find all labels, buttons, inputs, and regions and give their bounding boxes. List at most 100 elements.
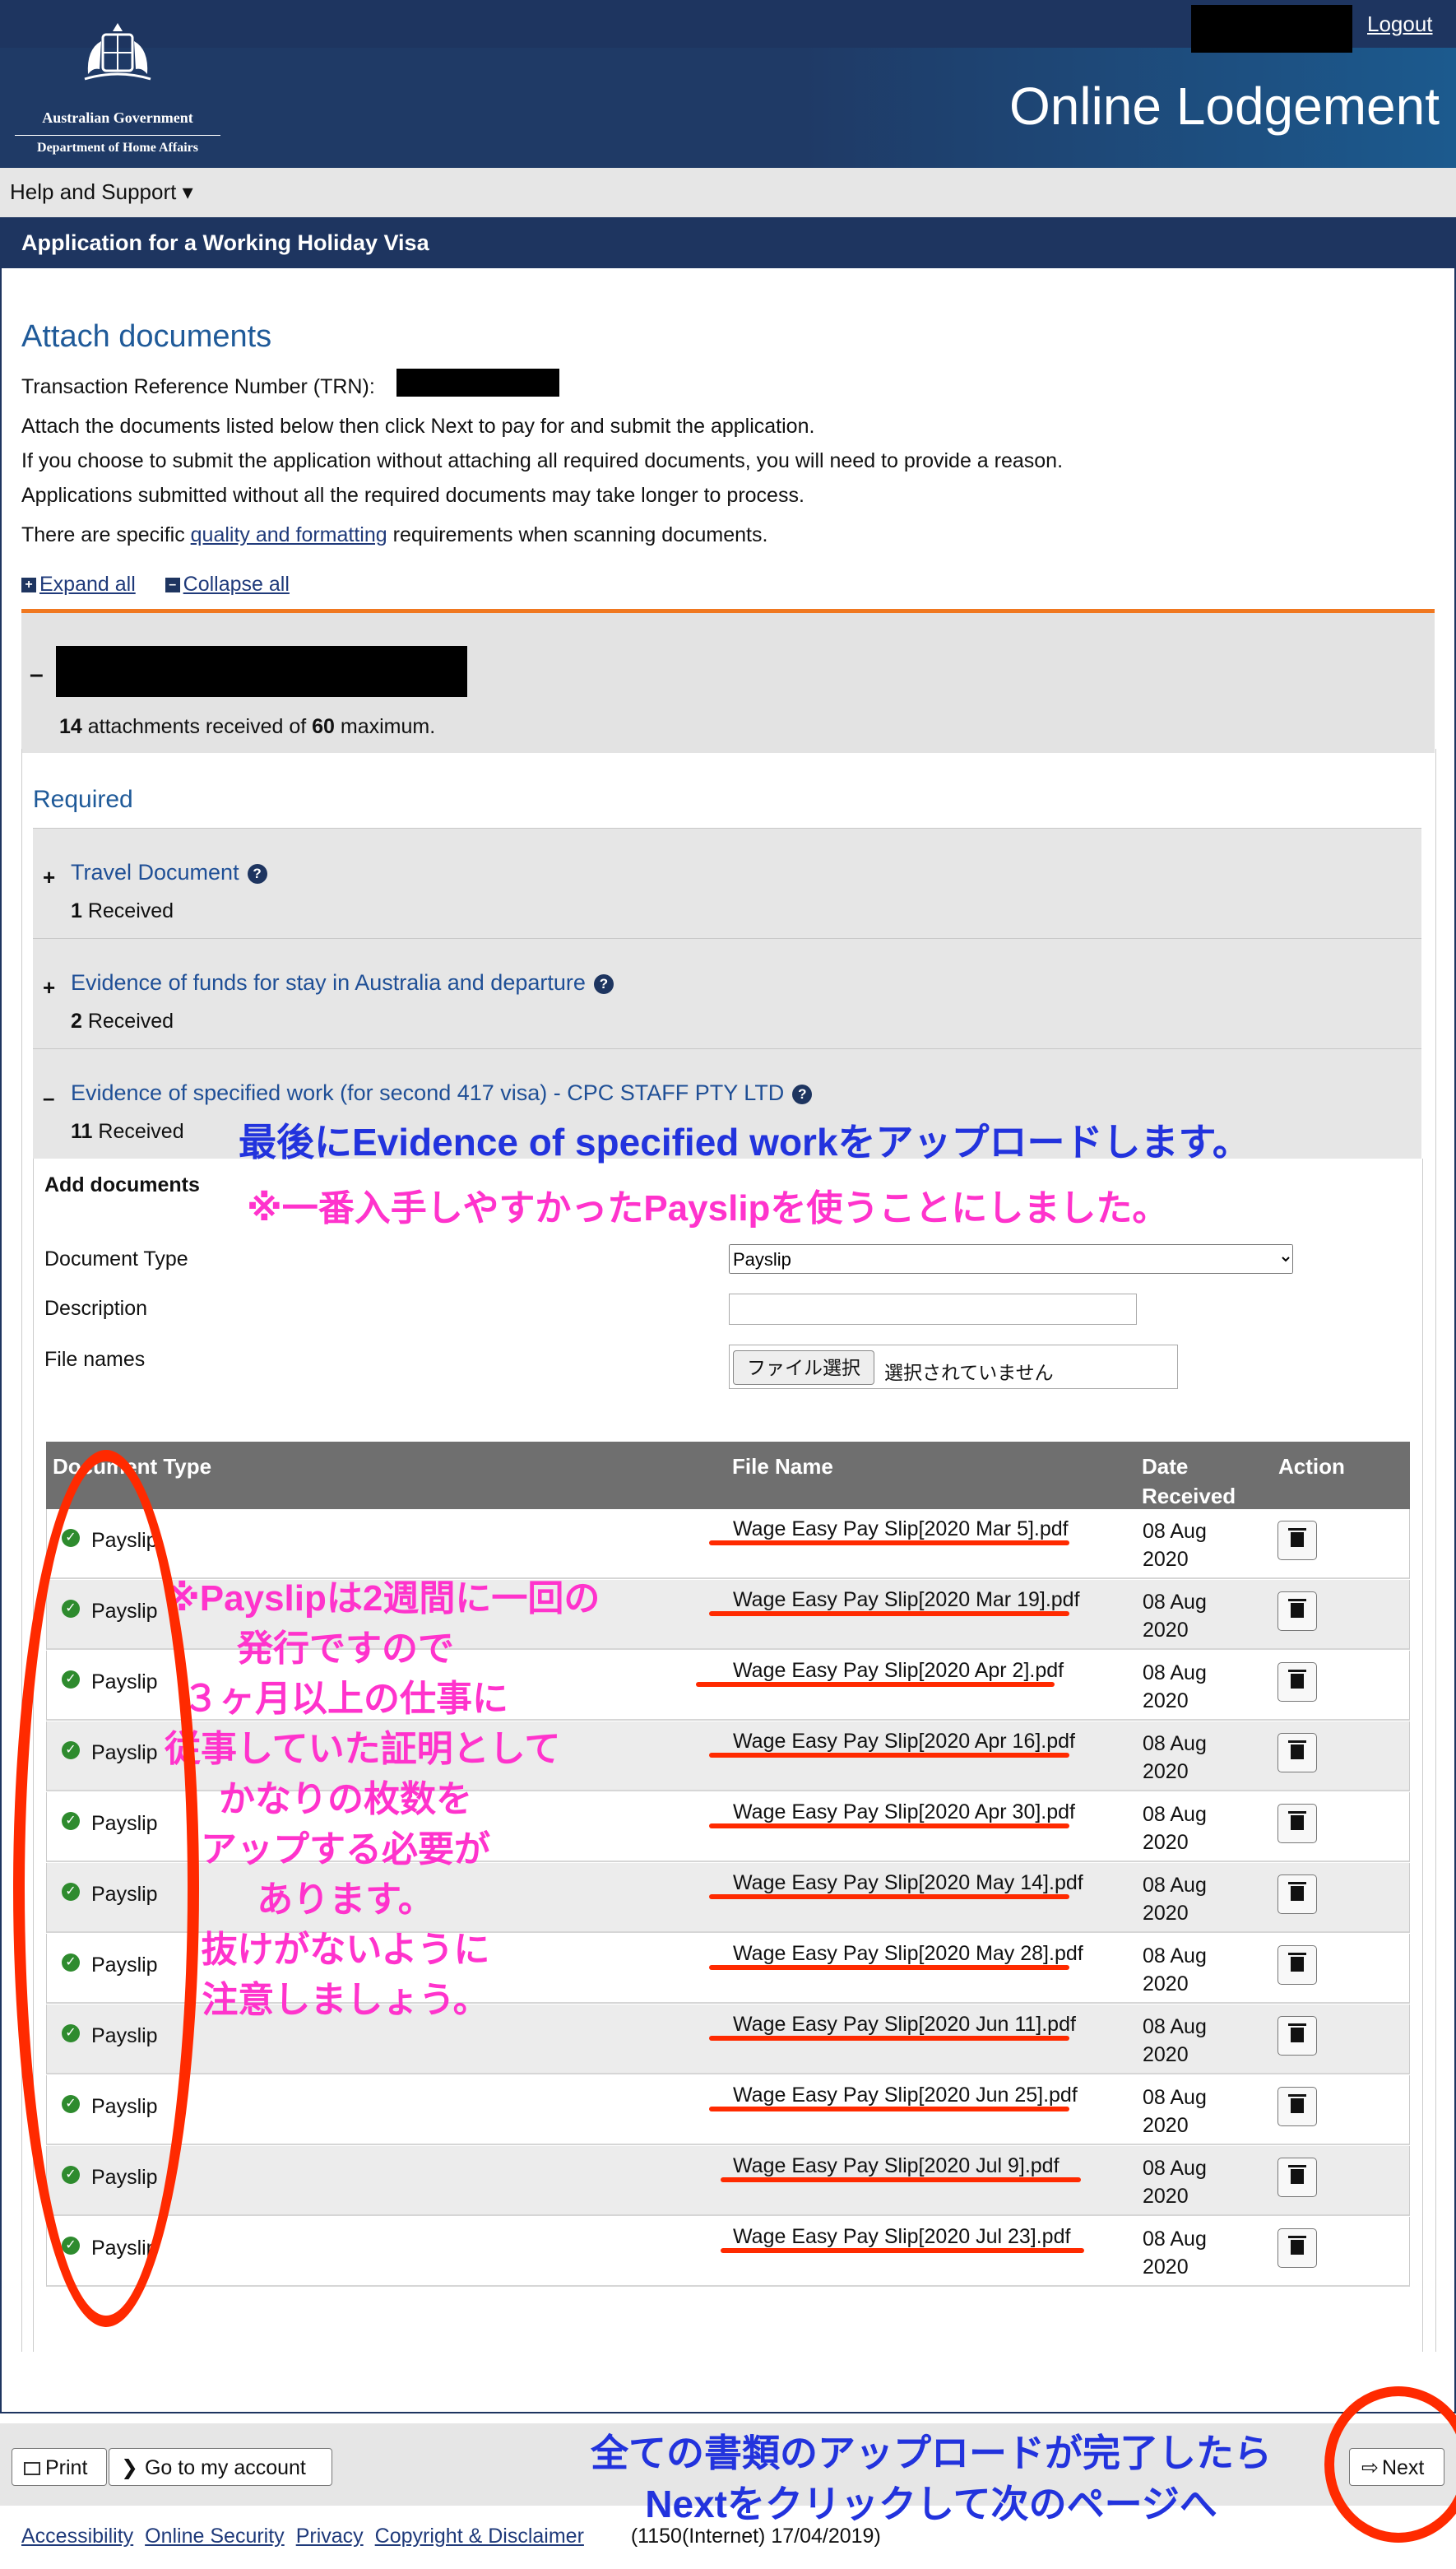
col-file-name: File Name (732, 1454, 833, 1479)
annotation-underline (709, 2036, 1069, 2041)
row-date-line2: 2020 (1143, 1902, 1189, 1925)
row-date-received: 08 Aug 2020 (1143, 2154, 1207, 2210)
collapse-toggle-icon[interactable]: – (30, 661, 44, 689)
doc-type-title[interactable]: Travel Document (71, 860, 239, 885)
table-header: Document Type File Name Date Received Act… (46, 1442, 1410, 1509)
annotation-line: Nextをクリックして次のページへ (645, 2483, 1217, 2525)
row-file-name[interactable]: Wage Easy Pay Slip[2020 Jun 11].pdf (733, 2013, 1076, 2037)
expand-plus-icon[interactable]: + (43, 865, 55, 890)
menu-bar: Help and Support ▾ (0, 168, 1456, 217)
received-number: 1 (71, 899, 82, 922)
delete-button[interactable] (1277, 1521, 1317, 1560)
help-support-menu[interactable]: Help and Support ▾ (10, 179, 193, 205)
delete-button[interactable] (1277, 1804, 1317, 1843)
document-type-select[interactable]: Payslip (729, 1244, 1293, 1274)
delete-button[interactable] (1277, 1662, 1317, 1702)
row-date-line1: 08 Aug (1143, 1732, 1207, 1755)
trash-icon (1288, 1953, 1306, 1972)
trn-label: Transaction Reference Number (TRN): (21, 375, 375, 398)
doc-type-title[interactable]: Evidence of funds for stay in Australia … (71, 970, 586, 995)
government-crest-logo[interactable]: Australian Government Department of Home… (15, 16, 220, 155)
help-question-icon[interactable]: ? (247, 864, 267, 884)
row-file-name[interactable]: Wage Easy Pay Slip[2020 Jul 9].pdf (733, 2154, 1060, 2178)
minus-square-icon: – (165, 578, 180, 593)
print-button[interactable]: Print (12, 2448, 107, 2486)
file-picker[interactable]: ファイル選択 選択されていません (729, 1345, 1178, 1389)
trash-icon (1288, 2094, 1306, 2113)
doc-type-title-wrap: Evidence of specified work (for second 4… (71, 1080, 813, 1106)
received-count: 2 Received (71, 1010, 174, 1034)
help-question-icon[interactable]: ? (593, 974, 614, 994)
description-input[interactable] (729, 1294, 1137, 1325)
row-file-name[interactable]: Wage Easy Pay Slip[2020 Mar 5].pdf (733, 1517, 1069, 1541)
expand-all-link[interactable]: Expand all (39, 573, 136, 596)
expand-plus-icon[interactable]: + (43, 975, 55, 1001)
received-count: 1 Received (71, 899, 174, 923)
choose-file-button[interactable]: ファイル選択 (733, 1350, 874, 1385)
annotation-underline (721, 2248, 1084, 2253)
annotation-underline (709, 2107, 1069, 2111)
annotation-line: 従事していた証明として (165, 1729, 561, 1769)
delete-button[interactable] (1277, 1733, 1317, 1772)
row-date-line1: 08 Aug (1143, 2015, 1207, 2038)
trash-icon (1288, 2023, 1306, 2042)
quality-formatting-link[interactable]: quality and formatting (191, 523, 387, 546)
row-file-name[interactable]: Wage Easy Pay Slip[2020 Jun 25].pdf (733, 2084, 1078, 2107)
row-date-received: 08 Aug 2020 (1143, 1517, 1207, 1573)
received-number: 11 (71, 1120, 93, 1143)
delete-button[interactable] (1277, 1874, 1317, 1914)
annotation-line: かなりの枚数を (219, 1779, 472, 1819)
description-label: Description (44, 1297, 148, 1320)
accessibility-link[interactable]: Accessibility (21, 2525, 133, 2548)
file-names-label: File names (44, 1348, 146, 1371)
doc-type-title-wrap: Travel Document? (71, 860, 267, 885)
annotation-ring-payslip-column (13, 1450, 199, 2327)
annotation-upload-evidence: 最後にEvidence of specified workをアップロードします。 (239, 1121, 1250, 1164)
annotation-line: あります。 (257, 1879, 434, 1920)
attach-post-text: maximum. (334, 715, 436, 738)
annotation-payslip-choice: ※一番入手しやすかったPayslipを使うことにしました。 (247, 1188, 1169, 1229)
row-file-name[interactable]: Wage Easy Pay Slip[2020 Apr 16].pdf (733, 1730, 1075, 1754)
col-date-line1: Date (1142, 1454, 1189, 1479)
col-action: Action (1278, 1454, 1345, 1479)
delete-button[interactable] (1277, 2228, 1317, 2268)
coat-of-arms-icon (84, 23, 151, 81)
row-file-name[interactable]: Wage Easy Pay Slip[2020 Mar 19].pdf (733, 1588, 1080, 1612)
delete-button[interactable] (1277, 2158, 1317, 2197)
row-file-name[interactable]: Wage Easy Pay Slip[2020 Jul 23].pdf (733, 2225, 1070, 2249)
received-number: 2 (71, 1010, 82, 1033)
go-to-account-button[interactable]: ❯ Go to my account (109, 2448, 332, 2486)
row-date-line1: 08 Aug (1143, 1874, 1207, 1897)
row-file-name[interactable]: Wage Easy Pay Slip[2020 May 28].pdf (733, 1942, 1083, 1966)
row-date-line1: 08 Aug (1143, 1944, 1207, 1967)
intro-line-1: Attach the documents listed below then c… (21, 415, 815, 438)
collapse-all-link[interactable]: Collapse all (183, 573, 290, 596)
applicant-panel: – 14 attachments received of 60 maximum. (21, 609, 1435, 753)
row-date-received: 08 Aug 2020 (1143, 1942, 1207, 1998)
row-date-line2: 2020 (1143, 1548, 1189, 1571)
doc-type-evidence-funds[interactable]: + Evidence of funds for stay in Australi… (33, 938, 1421, 1049)
delete-button[interactable] (1277, 2087, 1317, 2126)
chevron-right-icon: ❯ (121, 2456, 138, 2479)
trash-icon (1288, 2236, 1306, 2255)
delete-button[interactable] (1277, 1591, 1317, 1631)
received-count: 11 Received (71, 1120, 184, 1144)
collapse-minus-icon[interactable]: – (43, 1085, 54, 1111)
doc-type-title[interactable]: Evidence of specified work (for second 4… (71, 1080, 784, 1105)
annotation-line: 抜けがないように (201, 1930, 490, 1970)
delete-button[interactable] (1277, 2016, 1317, 2056)
row-file-name[interactable]: Wage Easy Pay Slip[2020 Apr 2].pdf (733, 1659, 1064, 1683)
row-file-name[interactable]: Wage Easy Pay Slip[2020 May 14].pdf (733, 1871, 1083, 1895)
delete-button[interactable] (1277, 1945, 1317, 1985)
doc-type-travel-document[interactable]: + Travel Document? 1 Received (33, 828, 1421, 939)
annotation-underline (709, 1823, 1069, 1828)
logout-link[interactable]: Logout (1367, 12, 1433, 37)
annotation-underline (709, 1894, 1069, 1899)
help-question-icon[interactable]: ? (792, 1085, 813, 1104)
row-file-name[interactable]: Wage Easy Pay Slip[2020 Apr 30].pdf (733, 1800, 1075, 1824)
privacy-link[interactable]: Privacy (296, 2525, 364, 2548)
online-security-link[interactable]: Online Security (145, 2525, 285, 2548)
annotation-line: アップする必要が (201, 1829, 490, 1870)
row-date-received: 08 Aug 2020 (1143, 2084, 1207, 2139)
annotation-underline (709, 1753, 1069, 1758)
